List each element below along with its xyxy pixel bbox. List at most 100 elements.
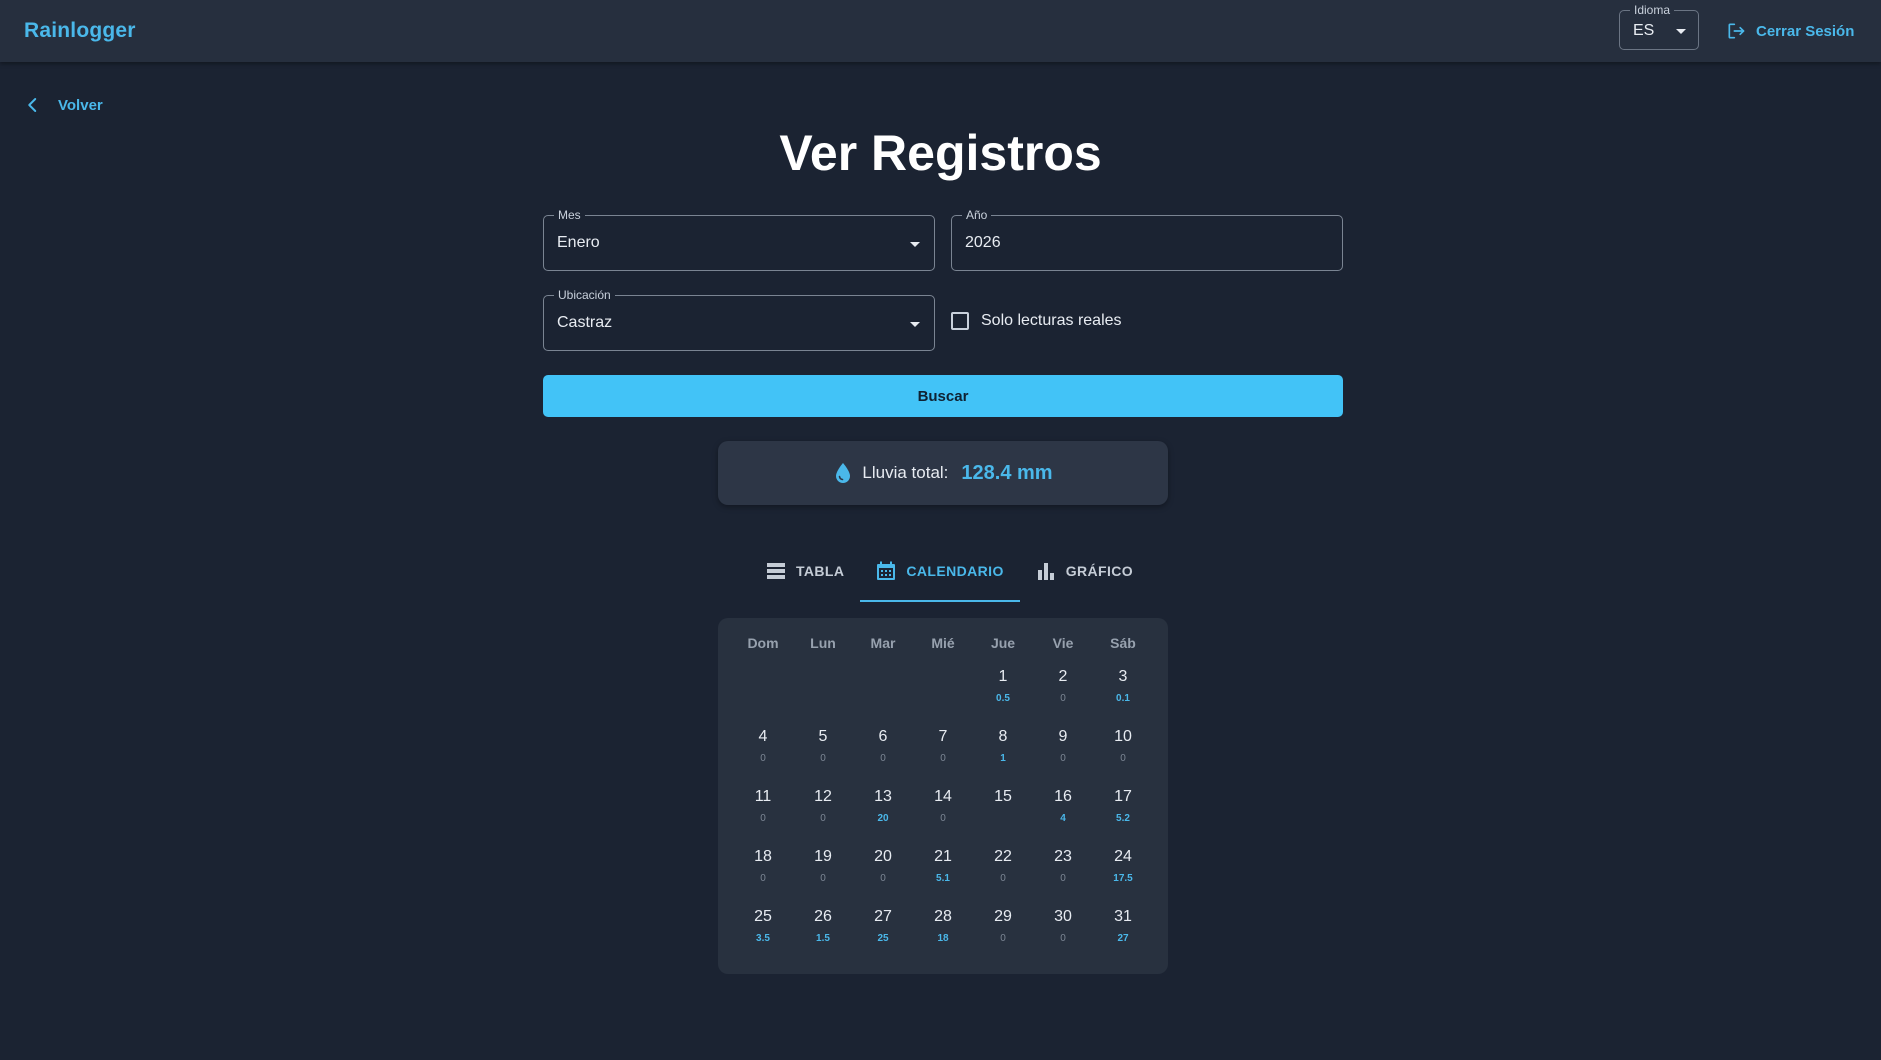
chevron-down-icon — [910, 322, 920, 327]
day-rain-value: 1.5 — [816, 933, 830, 944]
weekday-header: Lun — [810, 635, 836, 651]
location-label: Ubicación — [554, 288, 615, 302]
day-rain-value: 0 — [880, 873, 886, 884]
search-button[interactable]: Buscar — [543, 375, 1343, 417]
rain-total-value: 128.4 mm — [961, 461, 1053, 484]
day-rain-value: 0 — [1000, 873, 1006, 884]
day-number: 29 — [994, 908, 1012, 925]
calendar-day[interactable]: 90 — [1033, 718, 1093, 778]
day-rain-value: 0 — [820, 813, 826, 824]
real-readings-checkbox-row[interactable]: Solo lecturas reales — [951, 312, 1122, 330]
weekday-header: Mar — [870, 635, 896, 651]
day-number: 19 — [814, 848, 832, 865]
year-input[interactable]: Año 2026 — [951, 208, 1343, 271]
chevron-down-icon — [910, 242, 920, 247]
day-number: 27 — [874, 908, 892, 925]
day-number: 8 — [998, 728, 1008, 745]
day-rain-value: 25 — [877, 933, 889, 944]
real-readings-checkbox[interactable] — [951, 312, 969, 330]
calendar-day[interactable]: 28 18 — [913, 898, 973, 958]
calendar-day[interactable]: 40 — [733, 718, 793, 778]
day-rain-value: 0 — [1000, 933, 1006, 944]
day-number: 4 — [758, 728, 768, 745]
weekday-header: Mié — [931, 635, 955, 651]
calendar-day[interactable]: 22 0 — [973, 838, 1033, 898]
day-number: 21 — [934, 848, 952, 865]
calendar-day[interactable]: 70 — [913, 718, 973, 778]
language-select[interactable]: Idioma ES — [1619, 3, 1699, 50]
rain-total-card: Lluvia total: 128.4 mm — [718, 441, 1168, 505]
calendar-day[interactable]: 15 — [973, 778, 1033, 838]
day-rain-value: 0 — [1060, 873, 1066, 884]
language-label: Idioma — [1630, 3, 1675, 17]
calendar-day[interactable]: 11 0 — [733, 778, 793, 838]
month-select[interactable]: Mes Enero — [543, 208, 935, 271]
calendar-icon — [877, 561, 896, 580]
day-rain-value: 0 — [1060, 933, 1066, 944]
calendar-day[interactable]: 23 0 — [1033, 838, 1093, 898]
top-app-bar: Rainlogger Idioma ES Cerrar Sesión — [0, 0, 1881, 62]
day-rain-value: 27 — [1117, 933, 1129, 944]
calendar-day[interactable]: 10 0 — [1093, 718, 1153, 778]
calendar-day[interactable]: 18 0 — [733, 838, 793, 898]
calendar-day[interactable]: 30 0 — [1033, 898, 1093, 958]
calendar-day[interactable]: 81 — [973, 718, 1033, 778]
calendar-day[interactable]: 16 4 — [1033, 778, 1093, 838]
calendar-day[interactable]: 20 — [1033, 658, 1093, 718]
day-number: 1 — [998, 668, 1008, 685]
chevron-left-icon — [28, 98, 37, 112]
calendar-day[interactable]: 26 1.5 — [793, 898, 853, 958]
day-rain-value: 5.1 — [936, 873, 950, 884]
calendar-day[interactable]: 19 0 — [793, 838, 853, 898]
day-number: 9 — [1058, 728, 1068, 745]
day-number: 25 — [754, 908, 772, 925]
calendar-day[interactable]: 50 — [793, 718, 853, 778]
calendar-day[interactable]: 1 0.5 — [973, 658, 1033, 718]
year-label: Año — [962, 208, 992, 222]
day-rain-value: 20 — [877, 813, 889, 824]
day-number: 22 — [994, 848, 1012, 865]
logout-button[interactable]: Cerrar Sesión — [1726, 20, 1854, 42]
logout-icon — [1728, 23, 1745, 39]
day-rain-value: 0.1 — [1116, 693, 1130, 704]
calendar-day[interactable]: 13 20 — [853, 778, 913, 838]
day-number: 23 — [1054, 848, 1072, 865]
day-rain-value: 0 — [940, 753, 946, 764]
day-number: 11 — [754, 788, 772, 805]
day-number: 18 — [754, 848, 772, 865]
day-rain-value: 0 — [1060, 693, 1066, 704]
brand-logo[interactable]: Rainlogger — [24, 19, 136, 43]
day-number: 17 — [1114, 788, 1132, 805]
day-rain-value: 0 — [760, 813, 766, 824]
tab-chart[interactable]: GRÁFICO — [1020, 540, 1149, 602]
calendar-day[interactable]: 27 25 — [853, 898, 913, 958]
day-rain-value: 5.2 — [1116, 813, 1130, 824]
tab-calendar[interactable]: CALENDARIO — [860, 540, 1021, 602]
back-button[interactable]: Volver — [24, 96, 103, 114]
calendar-day[interactable]: 31 27 — [1093, 898, 1153, 958]
calendar-day[interactable]: 20 0 — [853, 838, 913, 898]
day-number: 13 — [874, 788, 892, 805]
calendar-day[interactable]: 21 5.1 — [913, 838, 973, 898]
tab-chart-label: GRÁFICO — [1065, 563, 1134, 579]
day-number: 16 — [1054, 788, 1072, 805]
rain-total-label: Lluvia total: — [862, 463, 949, 482]
calendar-day[interactable]: 3 0.1 — [1093, 658, 1153, 718]
weekday-header: Dom — [747, 635, 779, 651]
calendar-day[interactable]: 25 3.5 — [733, 898, 793, 958]
calendar-day[interactable]: 17 5.2 — [1093, 778, 1153, 838]
calendar-day[interactable]: 29 0 — [973, 898, 1033, 958]
day-rain-value: 1 — [1000, 753, 1006, 764]
calendar-day[interactable]: 24 17.5 — [1093, 838, 1153, 898]
calendar-day[interactable]: 14 0 — [913, 778, 973, 838]
bar-chart-icon — [1037, 563, 1054, 580]
calendar-day[interactable]: 60 — [853, 718, 913, 778]
month-label: Mes — [554, 208, 585, 222]
empty-day-cell — [913, 658, 973, 718]
day-rain-value: 0.5 — [996, 693, 1010, 704]
chevron-down-icon — [1676, 29, 1686, 34]
calendar-day[interactable]: 12 0 — [793, 778, 853, 838]
tab-table[interactable]: TABLA — [750, 540, 860, 602]
day-rain-value: 0 — [820, 873, 826, 884]
location-select[interactable]: Ubicación Castraz — [543, 288, 935, 351]
